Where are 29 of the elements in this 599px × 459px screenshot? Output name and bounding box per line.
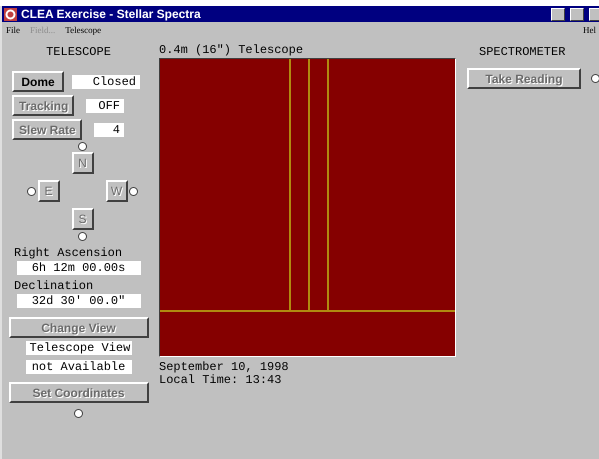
menu-item[interactable]: Telescope (65, 25, 102, 35)
date-text: September 10, 1998 (159, 361, 289, 374)
close-button[interactable] (589, 8, 599, 20)
view-title: 0.4m (16") Telescope (159, 43, 304, 57)
indicator-light-icon (129, 186, 138, 196)
window-title: CLEA Exercise - Stellar Spectra (21, 7, 202, 21)
field-label: Declination (14, 279, 94, 293)
maximize-button[interactable] (570, 8, 584, 20)
status-text: Telescope View (26, 341, 132, 355)
indicator-light-icon (78, 232, 87, 240)
value-field: Closed (72, 74, 140, 88)
minimize-button[interactable] (551, 8, 565, 20)
coordinate-field: 32d 30' 00.0" (16, 294, 140, 308)
section-heading: SPECTROMETER (479, 45, 566, 59)
field-label: Right Ascension (14, 246, 122, 260)
status-text: not Available (26, 360, 132, 374)
local-time-text: Local Time: 13:43 (159, 374, 282, 387)
menu-item[interactable]: Hel (583, 25, 596, 35)
menu-item[interactable]: File (6, 25, 20, 35)
app-logo-icon (4, 8, 17, 20)
value-field: 4 (94, 122, 124, 136)
value-field: OFF (86, 98, 124, 112)
button[interactable]: Dome (12, 71, 64, 92)
indicator-light-icon (78, 142, 87, 150)
indicator-light-icon (27, 186, 36, 196)
indicator-light-icon (74, 409, 83, 418)
section-heading: TELESCOPE (46, 45, 111, 59)
coordinate-field: 6h 12m 00.00s (16, 261, 140, 275)
indicator-light-icon (591, 74, 599, 83)
